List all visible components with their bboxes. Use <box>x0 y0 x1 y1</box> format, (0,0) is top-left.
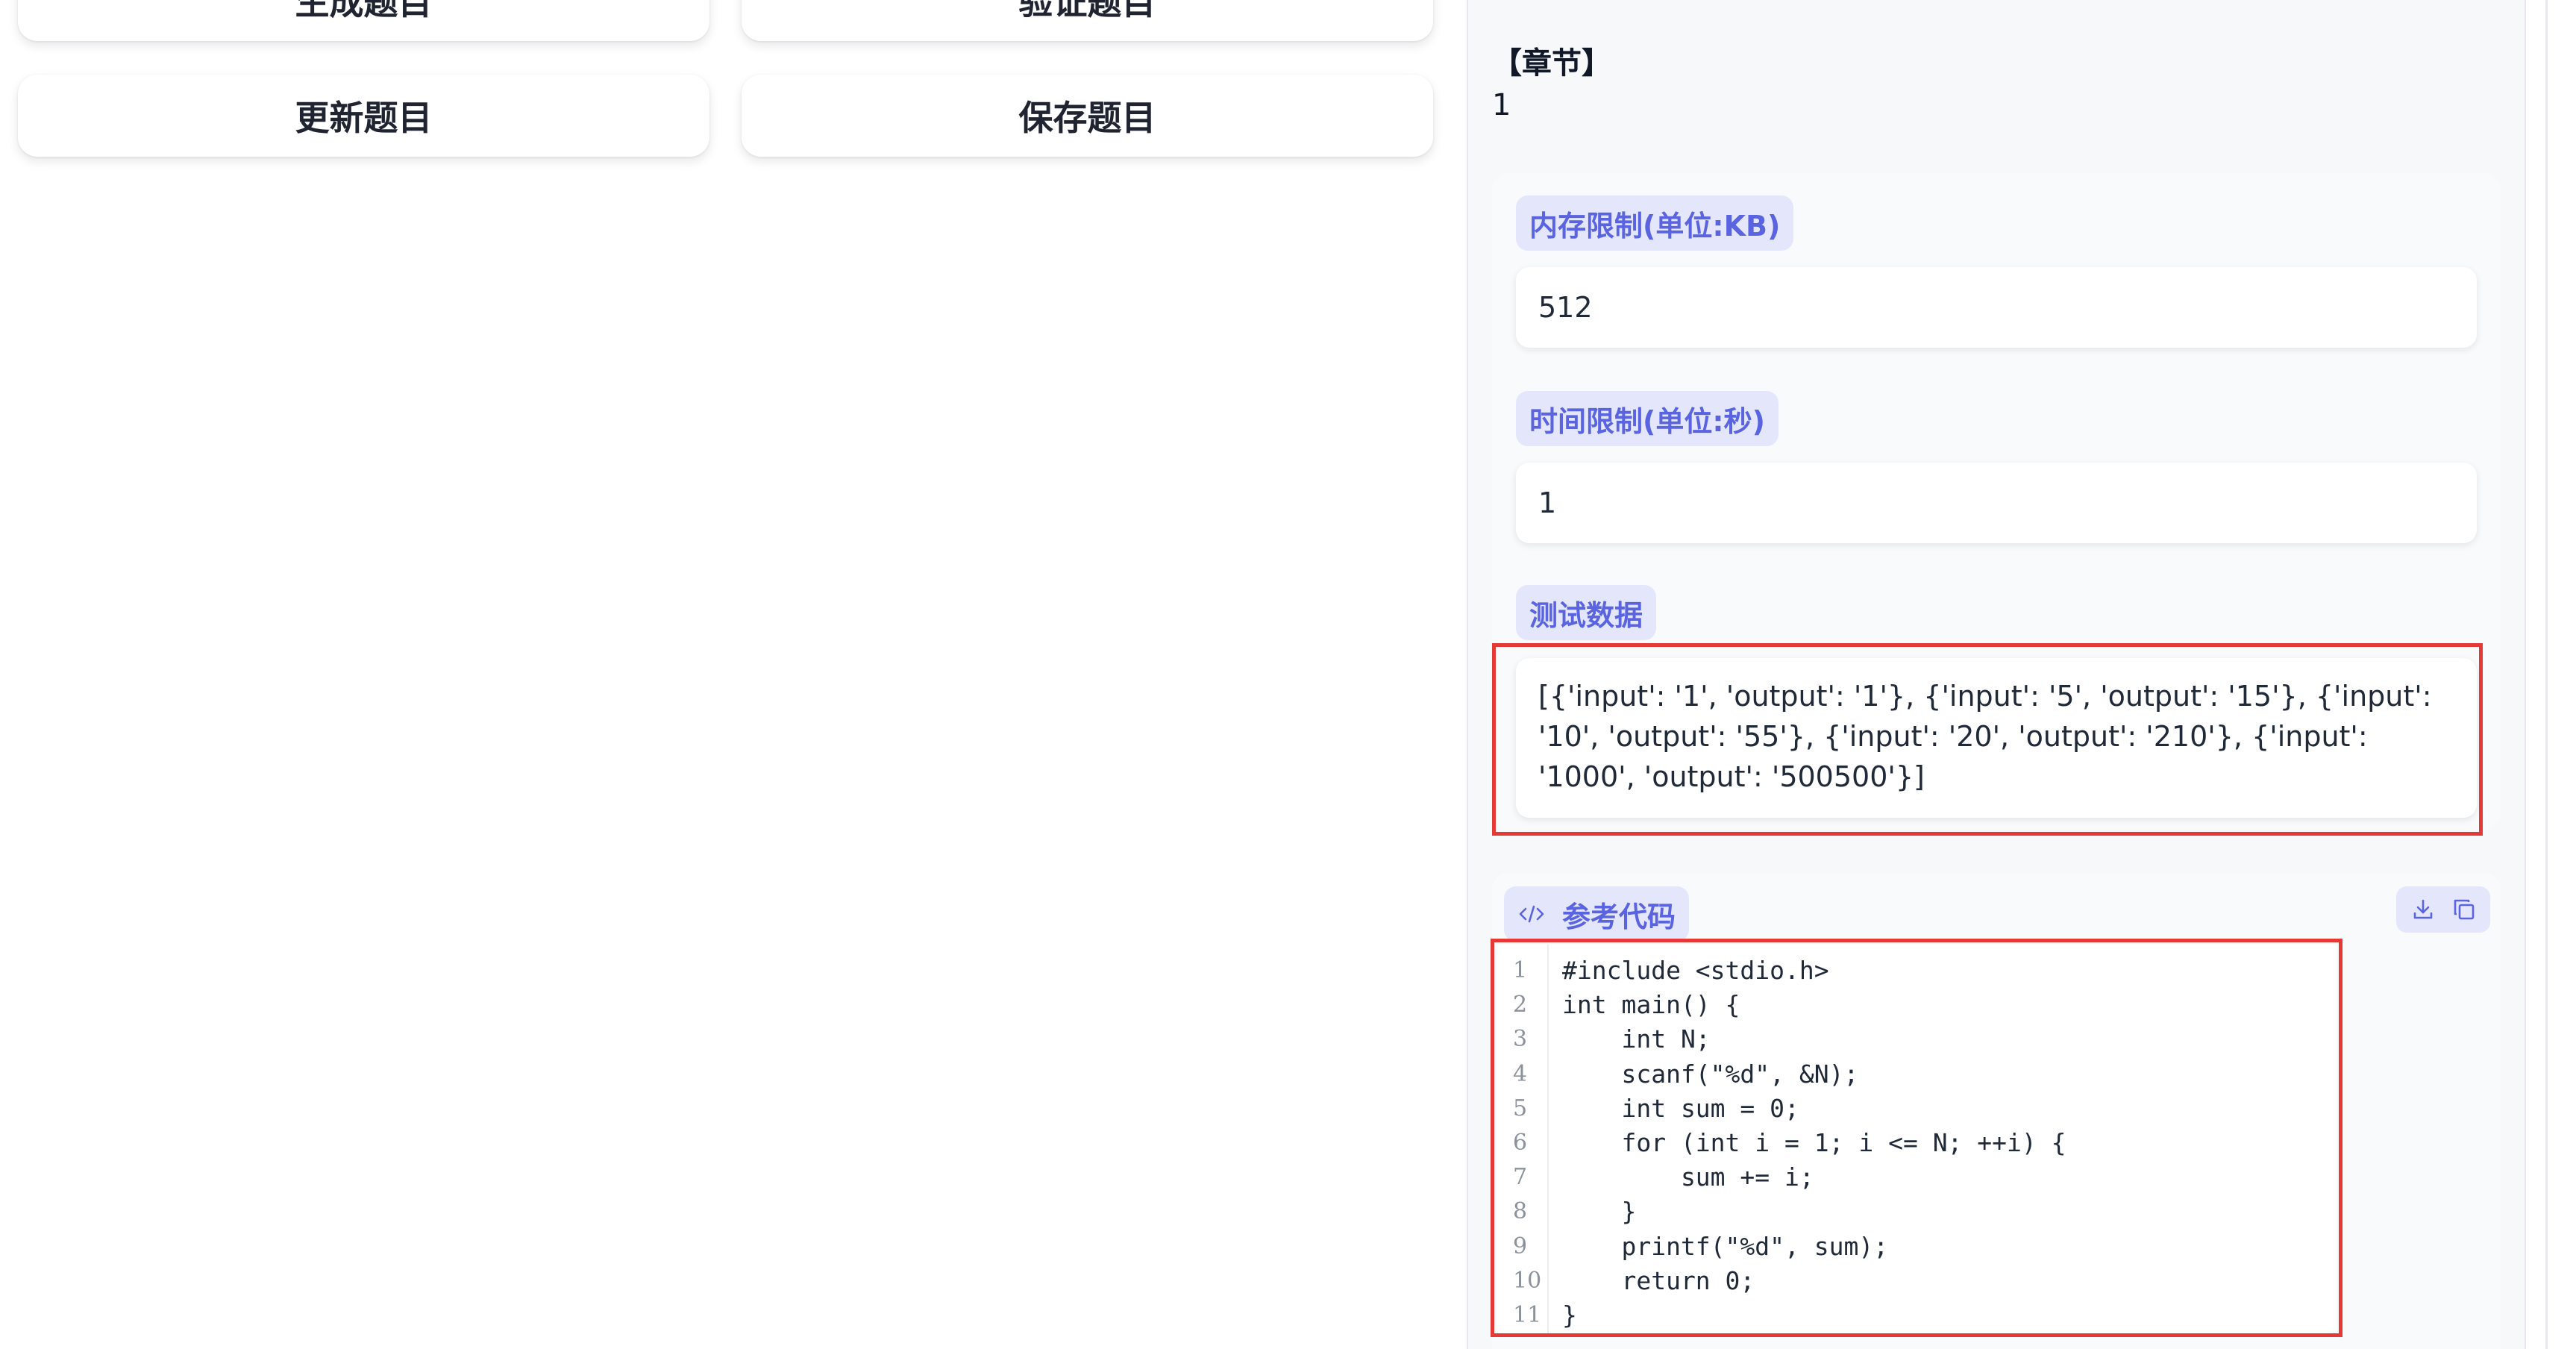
line-number: 9 <box>1513 1233 1528 1259</box>
scroll-gutter <box>2526 0 2576 1349</box>
code-toolbar <box>2396 886 2490 933</box>
code-line: } <box>1562 1197 1637 1227</box>
line-number: 6 <box>1513 1129 1528 1156</box>
test-data-field[interactable]: [{'input': '1', 'output': '1'}, {'input'… <box>1516 658 2477 818</box>
time-limit-label: 时间限制(单位:秒) <box>1516 391 1779 446</box>
code-line: sum += i; <box>1562 1162 1814 1192</box>
line-number: 8 <box>1513 1198 1528 1225</box>
line-number: 3 <box>1513 1026 1528 1053</box>
reference-code-title: 参考代码 <box>1562 900 1676 933</box>
chapter-heading: 【章节】 <box>1492 46 1611 81</box>
line-number-gutter: 1 2 3 4 5 6 7 8 9 10 11 <box>1497 945 1549 1334</box>
code-editor[interactable]: 1 2 3 4 5 6 7 8 9 10 11 #include <stdio.h> int main… <box>1497 945 2337 1334</box>
line-number: 5 <box>1513 1095 1528 1121</box>
code-lines: #include <stdio.h> int main() { int N; sc… <box>1549 945 2066 1334</box>
action-panel: 生成题目 验证题目 更新题目 保存题目 <box>0 0 1447 1349</box>
time-limit-input[interactable] <box>1516 463 2477 543</box>
line-number: 10 <box>1513 1267 1542 1294</box>
verify-question-button[interactable]: 验证题目 <box>742 0 1433 41</box>
code-line: for (int i = 1; i <= N; ++i) { <box>1562 1127 2066 1157</box>
save-question-button[interactable]: 保存题目 <box>742 75 1433 157</box>
memory-limit-input[interactable] <box>1516 267 2477 348</box>
update-question-button[interactable]: 更新题目 <box>18 75 709 157</box>
line-number: 11 <box>1513 1301 1542 1328</box>
code-line: printf("%d", sum); <box>1562 1231 1889 1261</box>
code-line: #include <stdio.h> <box>1562 956 1829 985</box>
code-icon <box>1517 903 1546 925</box>
line-number: 2 <box>1513 992 1528 1018</box>
generate-question-button[interactable]: 生成题目 <box>18 0 709 41</box>
chapter-value: 1 <box>1492 88 1511 122</box>
scrollbar-track[interactable] <box>2545 0 2548 1349</box>
code-line: int sum = 0; <box>1562 1093 1799 1123</box>
code-line: scanf("%d", &N); <box>1562 1059 1859 1089</box>
code-line: return 0; <box>1562 1265 1755 1295</box>
line-number: 4 <box>1513 1060 1528 1087</box>
code-line: } <box>1562 1300 1577 1330</box>
code-line: int main() { <box>1562 990 1740 1020</box>
memory-limit-label: 内存限制(单位:KB) <box>1516 195 1794 251</box>
reference-code-label: 参考代码 <box>1504 886 1690 942</box>
line-number: 7 <box>1513 1164 1528 1191</box>
code-line: int N; <box>1562 1024 1711 1054</box>
download-icon[interactable] <box>2407 893 2439 926</box>
line-number: 1 <box>1513 957 1528 983</box>
copy-icon[interactable] <box>2448 893 2481 926</box>
test-data-label: 测试数据 <box>1516 585 1657 640</box>
